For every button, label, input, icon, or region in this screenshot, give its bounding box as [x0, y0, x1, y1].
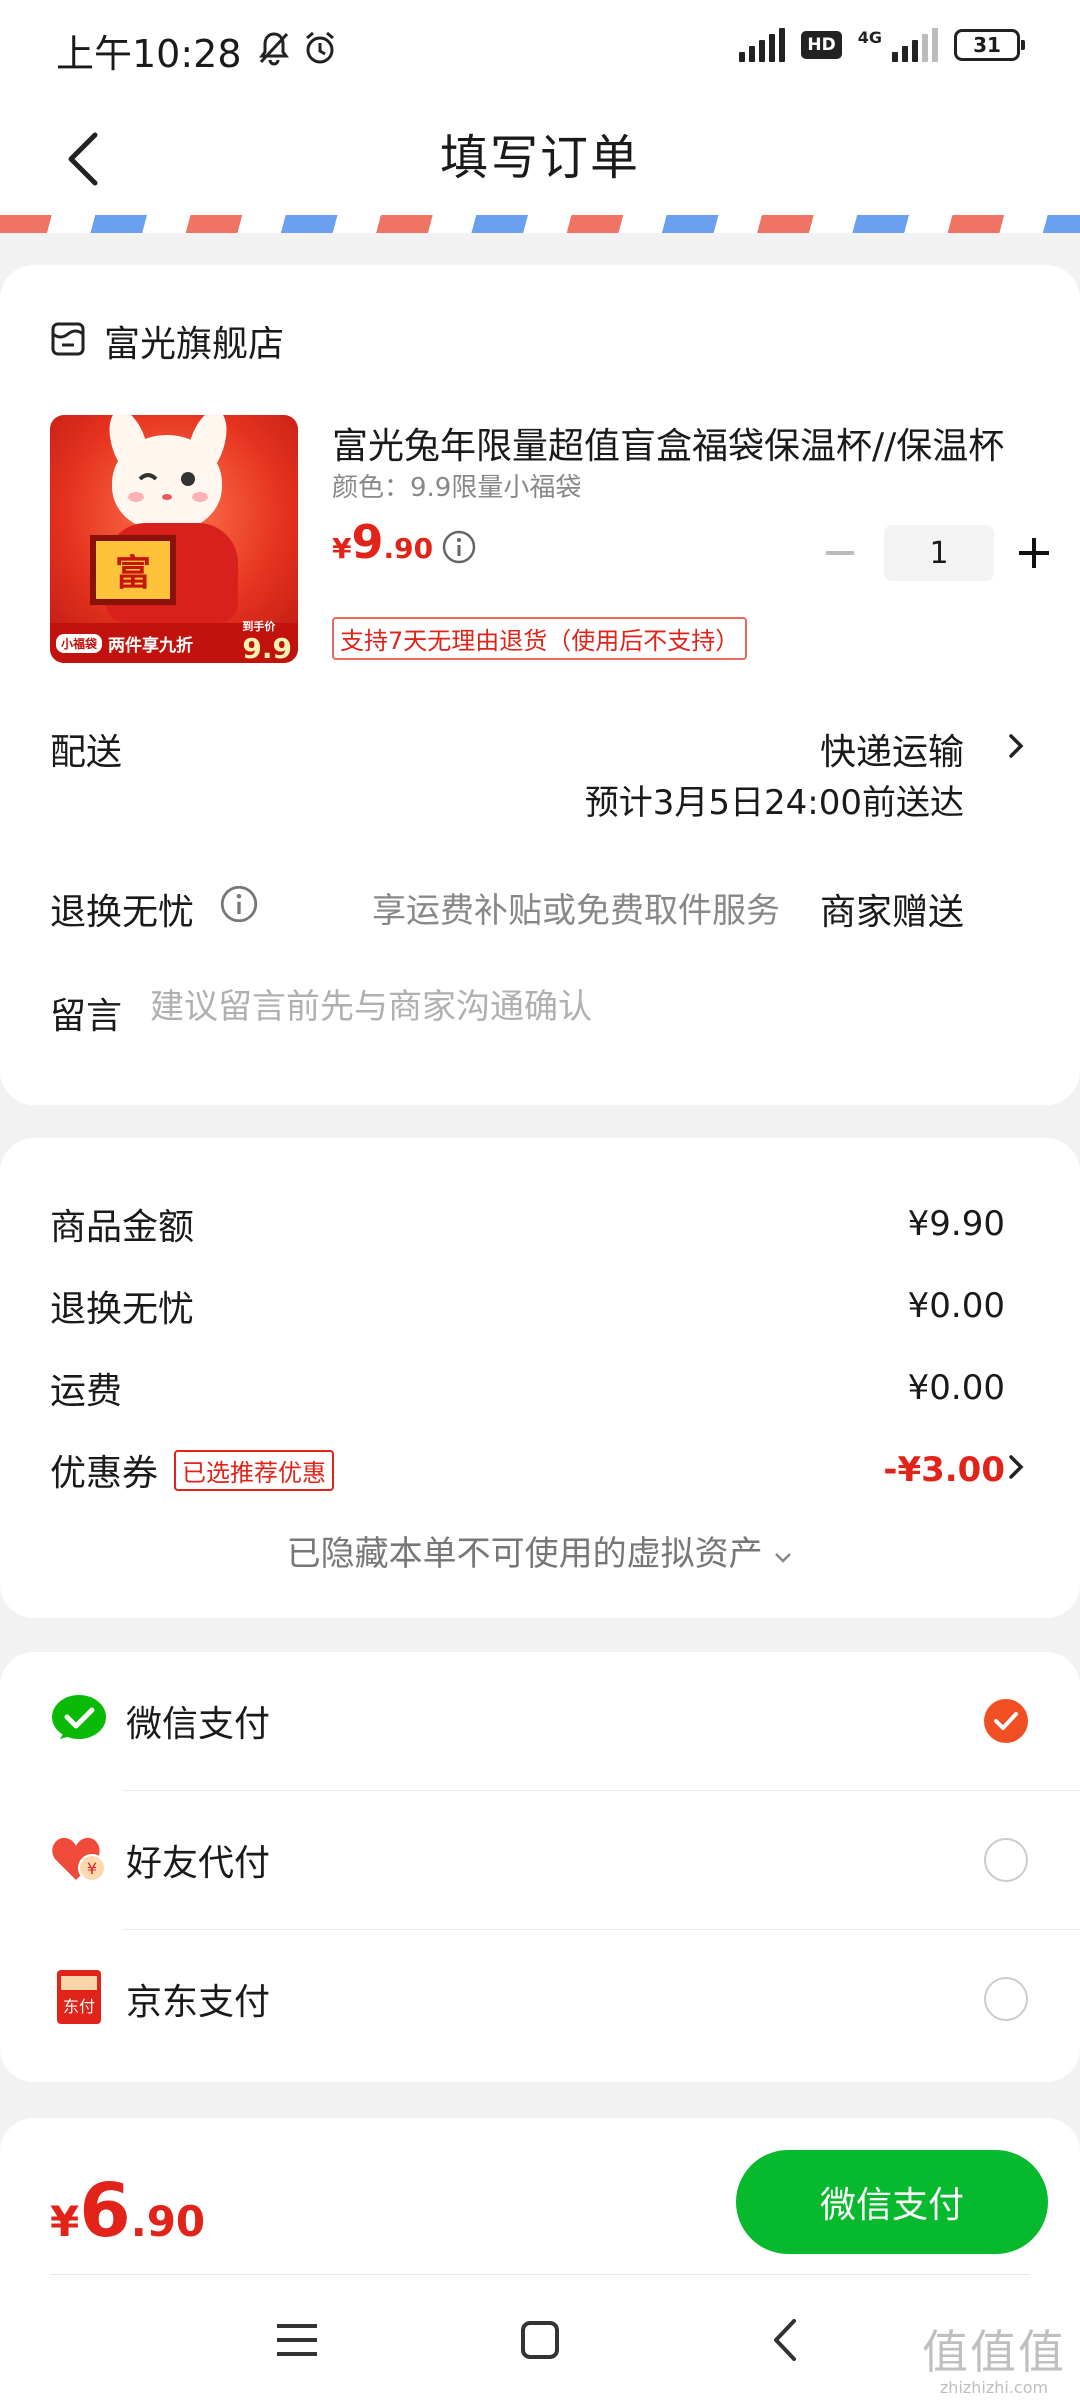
fu-sign: 富: [90, 535, 176, 605]
system-nav-bar: [0, 2275, 1080, 2400]
alarm-icon: [302, 30, 338, 70]
total-currency: ¥: [50, 2197, 80, 2246]
goods-amount-label: 商品金额: [50, 1207, 195, 1248]
coupon-amount: -¥3.00: [883, 1450, 1005, 1490]
total-dec: .90: [130, 2197, 206, 2246]
worry-free-fee-label: 退换无忧: [50, 1289, 195, 1330]
plus-icon: [1019, 538, 1049, 568]
bunny-head: [112, 435, 222, 531]
checkout-bar: ¥6.90 微信支付: [0, 2118, 1080, 2278]
hidden-assets-toggle[interactable]: 已隐藏本单不可使用的虚拟资产: [0, 1526, 1080, 1575]
airmail-stripe-divider: [0, 215, 1080, 233]
page-title: 填写订单: [439, 130, 640, 186]
radio-checked[interactable]: [984, 1699, 1028, 1743]
back-nav-icon[interactable]: [750, 2305, 820, 2375]
delivery-method[interactable]: 快递运输: [820, 723, 964, 775]
goods-amount: ¥9.90: [907, 1204, 1005, 1244]
payment-methods-card: 微信支付 ¥ 好友代付 东付 京东支付: [0, 1652, 1080, 2082]
price-int: 9: [351, 515, 384, 569]
message-label: 留言: [50, 996, 123, 1037]
quantity-stepper: 1: [810, 523, 1064, 583]
product-spec: 颜色：9.9限量小福袋: [332, 473, 582, 503]
friend-pay-icon: ¥: [50, 1832, 108, 1888]
hd-icon: HD: [801, 31, 842, 59]
product-title[interactable]: 富光兔年限量超值盲盒福袋保温杯//保温杯: [332, 417, 1022, 469]
quantity-value[interactable]: 1: [884, 525, 994, 581]
price-summary-card: 商品金额 ¥9.90 退换无忧 ¥0.00 运费 ¥0.00 优惠券 已选推荐优…: [0, 1138, 1080, 1618]
worry-free-desc: 享运费补贴或免费取件服务: [372, 891, 780, 931]
watermark-logo: 值值值: [922, 2325, 1066, 2379]
shipping-label: 运费: [50, 1371, 123, 1412]
return-policy-badge: 支持7天无理由退货（使用后不支持）: [332, 617, 748, 660]
shop-name: 富光旗舰店: [104, 324, 285, 365]
info-icon[interactable]: [220, 885, 258, 927]
mute-bell-icon: [256, 30, 292, 70]
image-promo: 两件享九折: [108, 635, 194, 656]
payment-option-friend[interactable]: ¥ 好友代付: [0, 1791, 1080, 1929]
coupon-row[interactable]: 优惠券 已选推荐优惠 -¥3.00: [50, 1444, 1005, 1496]
payment-label: 好友代付: [126, 1843, 271, 1884]
chevron-down-icon: [773, 1534, 793, 1574]
signal-2-icon: [892, 28, 938, 62]
total-price: ¥6.90: [50, 2168, 205, 2254]
coupon-tag: 已选推荐优惠: [174, 1449, 335, 1491]
worry-free-row: 退换无忧 ¥0.00: [50, 1280, 1005, 1332]
image-price-caption: 到手价: [242, 619, 276, 633]
product-image[interactable]: 富 小福袋 两件享九折 到手价 9.9: [50, 415, 298, 663]
status-bar: 上午10:28 HD 4G 31: [0, 0, 1080, 100]
price-currency: ¥: [332, 532, 352, 565]
info-icon[interactable]: [442, 530, 476, 568]
menu-icon[interactable]: [262, 2305, 332, 2375]
image-price-value: 9.9: [242, 631, 292, 664]
payment-label: 京东支付: [126, 1982, 271, 2023]
image-promo-banner: 小福袋 两件享九折 到手价 9.9: [50, 619, 298, 664]
svg-text:东付: 东付: [63, 1997, 95, 2016]
nav-bar: 填写订单: [0, 100, 1080, 225]
radio-unchecked[interactable]: [984, 1977, 1028, 2021]
worry-free-value: 商家赠送: [819, 892, 964, 933]
watermark-url: zhizhizhi.com: [939, 2378, 1049, 2397]
battery-icon: 31: [954, 29, 1025, 61]
hidden-assets-text: 已隐藏本单不可使用的虚拟资产: [286, 1534, 763, 1574]
price-dec: .90: [383, 532, 434, 565]
check-icon: [994, 1712, 1018, 1730]
goods-amount-row: 商品金额 ¥9.90: [50, 1198, 1005, 1250]
watermark: 值值值 zhizhizhi.com: [922, 2316, 1066, 2397]
total-int: 6: [79, 2168, 131, 2254]
worry-free-label: 退换无忧: [50, 892, 195, 933]
battery-level: 31: [973, 33, 1001, 57]
payment-label: 微信支付: [126, 1704, 271, 1745]
network-type: 4G: [857, 28, 882, 47]
signal-icon: [739, 28, 786, 62]
shipping-amount: ¥0.00: [907, 1368, 1005, 1408]
message-input[interactable]: [150, 987, 1010, 1027]
wechat-pay-icon: [50, 1693, 108, 1749]
image-price: 到手价 9.9: [242, 619, 292, 664]
shipping-row: 运费 ¥0.00: [50, 1362, 1005, 1414]
product-price: ¥9.90: [332, 515, 433, 569]
worry-free-amount: ¥0.00: [907, 1286, 1005, 1326]
pay-button[interactable]: 微信支付: [736, 2150, 1048, 2254]
payment-option-wechat[interactable]: 微信支付: [0, 1652, 1080, 1790]
radio-unchecked[interactable]: [984, 1838, 1028, 1882]
chevron-right-icon[interactable]: [1008, 1444, 1024, 1490]
delivery-label: 配送: [50, 732, 123, 773]
shop-header[interactable]: 富光旗舰店: [50, 315, 284, 367]
minus-icon: [826, 551, 854, 555]
jd-pay-icon: 东付: [50, 1968, 108, 2030]
image-tag: 小福袋: [56, 633, 103, 653]
chevron-right-icon[interactable]: [1008, 723, 1024, 769]
coupon-label: 优惠券: [50, 1453, 159, 1494]
status-time: 上午10:28: [56, 31, 242, 76]
order-card: 富光旗舰店 富 小福袋 两件享九折 到手价 9.9 富光兔年限量超值盲盒福袋保温杯…: [0, 265, 1080, 1105]
home-icon[interactable]: [505, 2305, 575, 2375]
svg-text:¥: ¥: [87, 1859, 97, 1878]
store-icon: [50, 321, 86, 361]
coupon-label-group: 优惠券 已选推荐优惠: [50, 1444, 335, 1496]
decrease-button[interactable]: [810, 523, 870, 583]
increase-button[interactable]: [1004, 523, 1064, 583]
delivery-estimate: 预计3月5日24:00前送达: [584, 783, 964, 823]
payment-option-jd[interactable]: 东付 京东支付: [0, 1930, 1080, 2068]
